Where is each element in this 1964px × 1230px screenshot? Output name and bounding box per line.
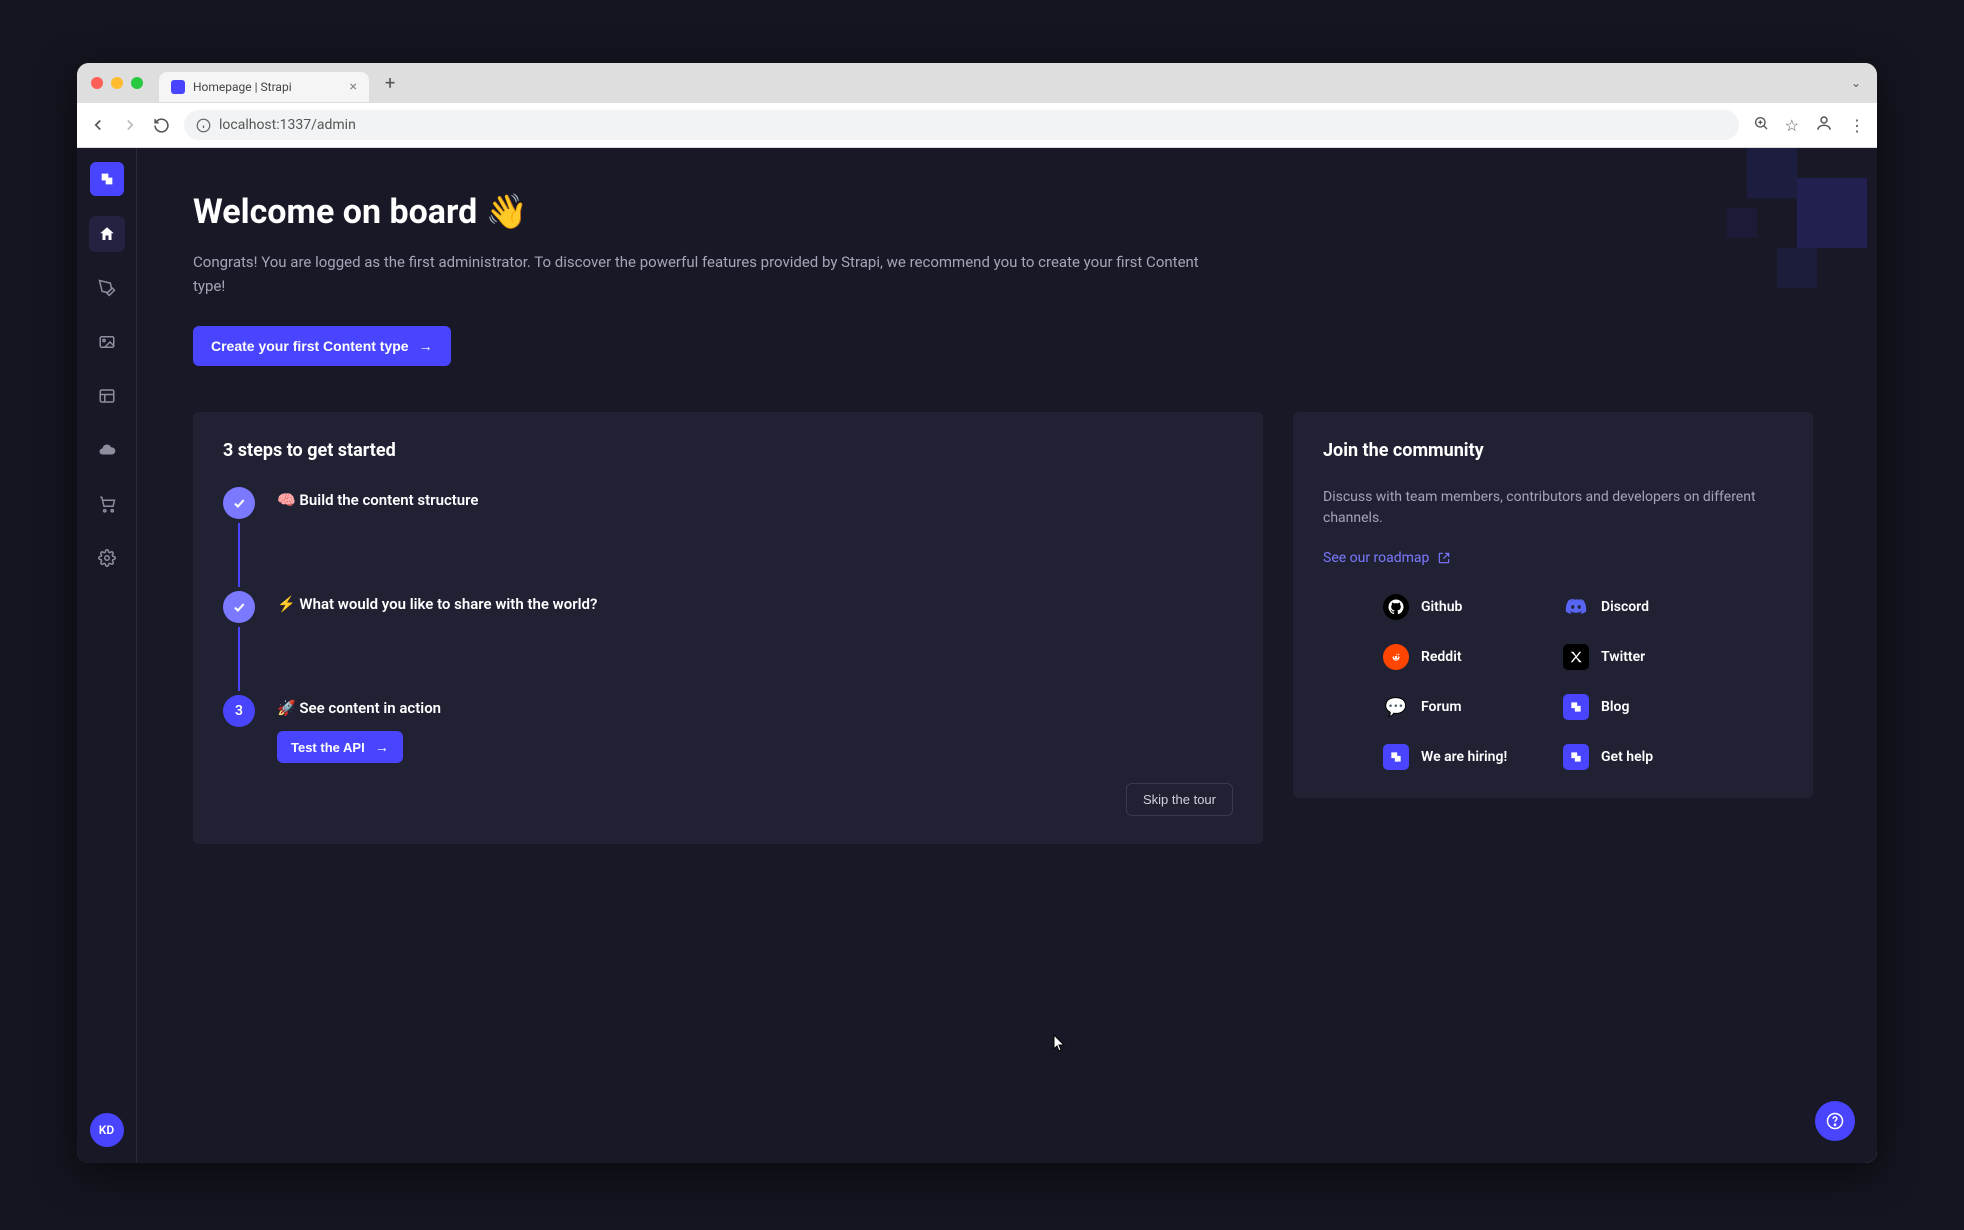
github-label: Github xyxy=(1421,599,1462,615)
get-help-icon xyxy=(1563,744,1589,770)
community-link-hiring[interactable]: We are hiring! xyxy=(1383,744,1543,770)
test-api-button[interactable]: Test the API → xyxy=(277,731,403,763)
strapi-logo-icon[interactable] xyxy=(90,162,124,196)
step-connector xyxy=(238,523,240,587)
toolbar-right: ☆ ⋮ xyxy=(1753,114,1865,136)
community-link-github[interactable]: Github xyxy=(1383,594,1543,620)
community-links-grid: Github Discord Reddit xyxy=(1323,594,1783,770)
kebab-menu-icon[interactable]: ⋮ xyxy=(1849,116,1865,135)
profile-icon[interactable] xyxy=(1815,114,1833,136)
panels: 3 steps to get started 🧠 Build the conte… xyxy=(193,412,1821,844)
sidebar-item-marketplace[interactable] xyxy=(89,486,125,522)
main-area: Welcome on board 👋 Congrats! You are log… xyxy=(137,148,1877,1163)
sidebar-item-content-type-builder[interactable] xyxy=(89,378,125,414)
sidebar-item-media-library[interactable] xyxy=(89,324,125,360)
traffic-lights xyxy=(91,77,143,89)
twitter-label: Twitter xyxy=(1601,649,1645,665)
skip-label: Skip the tour xyxy=(1143,792,1216,807)
create-content-type-button[interactable]: Create your first Content type → xyxy=(193,326,451,366)
hiring-icon xyxy=(1383,744,1409,770)
app-content: KD Welcome on board 👋 Congrats! You are … xyxy=(77,148,1877,1163)
step-1: 🧠 Build the content structure xyxy=(223,487,1233,519)
sidebar-item-home[interactable] xyxy=(89,216,125,252)
step-2-label: ⚡ What would you like to share with the … xyxy=(277,595,1233,613)
step-2-check-icon xyxy=(223,591,255,623)
community-link-discord[interactable]: Discord xyxy=(1563,594,1723,620)
close-tab-icon[interactable]: × xyxy=(350,79,357,95)
external-link-icon xyxy=(1437,551,1451,565)
avatar-initials: KD xyxy=(99,1123,114,1137)
reddit-icon xyxy=(1383,644,1409,670)
test-api-label: Test the API xyxy=(291,740,365,755)
bookmark-star-icon[interactable]: ☆ xyxy=(1785,116,1799,135)
browser-window: Homepage | Strapi × + ⌄ localhost:1337/a… xyxy=(77,63,1877,1163)
step-1-label: 🧠 Build the content structure xyxy=(277,491,1233,509)
forward-button[interactable] xyxy=(121,116,139,134)
step-3-label: 🚀 See content in action xyxy=(277,699,1233,717)
community-card: Join the community Discuss with team mem… xyxy=(1293,412,1813,798)
user-avatar[interactable]: KD xyxy=(90,1113,124,1147)
sidebar-item-settings[interactable] xyxy=(89,540,125,576)
github-icon xyxy=(1383,594,1409,620)
tab-title: Homepage | Strapi xyxy=(193,80,292,94)
page-title: Welcome on board 👋 xyxy=(193,192,1821,232)
cta-label: Create your first Content type xyxy=(211,338,409,354)
roadmap-link[interactable]: See our roadmap xyxy=(1323,550,1451,566)
discord-icon xyxy=(1563,594,1589,620)
community-desc: Discuss with team members, contributors … xyxy=(1323,487,1783,529)
step-1-check-icon xyxy=(223,487,255,519)
sidebar-item-cloud[interactable] xyxy=(89,432,125,468)
sidebar: KD xyxy=(77,148,137,1163)
community-title: Join the community xyxy=(1323,440,1783,461)
sidebar-item-content-manager[interactable] xyxy=(89,270,125,306)
reload-button[interactable] xyxy=(153,117,170,134)
arrow-right-icon: → xyxy=(419,338,433,354)
step-connector xyxy=(238,627,240,691)
blog-icon xyxy=(1563,694,1589,720)
help-label: Get help xyxy=(1601,749,1653,765)
reddit-label: Reddit xyxy=(1421,649,1462,665)
hiring-label: We are hiring! xyxy=(1421,749,1507,765)
discord-label: Discord xyxy=(1601,599,1649,615)
forum-icon: 💬 xyxy=(1383,694,1409,720)
browser-tab[interactable]: Homepage | Strapi × xyxy=(159,72,369,102)
new-tab-button[interactable]: + xyxy=(377,73,403,94)
help-fab-button[interactable] xyxy=(1815,1101,1855,1141)
community-link-get-help[interactable]: Get help xyxy=(1563,744,1723,770)
twitter-x-icon xyxy=(1563,644,1589,670)
browser-toolbar: localhost:1337/admin ☆ ⋮ xyxy=(77,103,1877,148)
maximize-window-icon[interactable] xyxy=(131,77,143,89)
step-3-number-icon: 3 xyxy=(223,695,255,727)
steps-card: 3 steps to get started 🧠 Build the conte… xyxy=(193,412,1263,844)
url-text: localhost:1337/admin xyxy=(219,117,356,133)
tab-strip: Homepage | Strapi × + ⌄ xyxy=(77,63,1877,103)
roadmap-label: See our roadmap xyxy=(1323,550,1429,566)
skip-tour-button[interactable]: Skip the tour xyxy=(1126,783,1233,816)
zoom-icon[interactable] xyxy=(1753,115,1769,135)
community-link-blog[interactable]: Blog xyxy=(1563,694,1723,720)
tabs-dropdown-icon[interactable]: ⌄ xyxy=(1845,76,1867,90)
forum-label: Forum xyxy=(1421,699,1462,715)
step-2: ⚡ What would you like to share with the … xyxy=(223,591,1233,623)
close-window-icon[interactable] xyxy=(91,77,103,89)
info-icon xyxy=(196,118,211,133)
strapi-favicon-icon xyxy=(171,80,185,94)
community-link-forum[interactable]: 💬 Forum xyxy=(1383,694,1543,720)
page-subtitle: Congrats! You are logged as the first ad… xyxy=(193,250,1213,298)
arrow-right-icon: → xyxy=(375,739,389,755)
steps-title: 3 steps to get started xyxy=(223,440,1233,461)
step-3: 3 🚀 See content in action Test the API → xyxy=(223,695,1233,763)
back-button[interactable] xyxy=(89,116,107,134)
community-link-reddit[interactable]: Reddit xyxy=(1383,644,1543,670)
community-link-twitter[interactable]: Twitter xyxy=(1563,644,1723,670)
minimize-window-icon[interactable] xyxy=(111,77,123,89)
blog-label: Blog xyxy=(1601,699,1629,715)
address-bar[interactable]: localhost:1337/admin xyxy=(184,110,1739,140)
